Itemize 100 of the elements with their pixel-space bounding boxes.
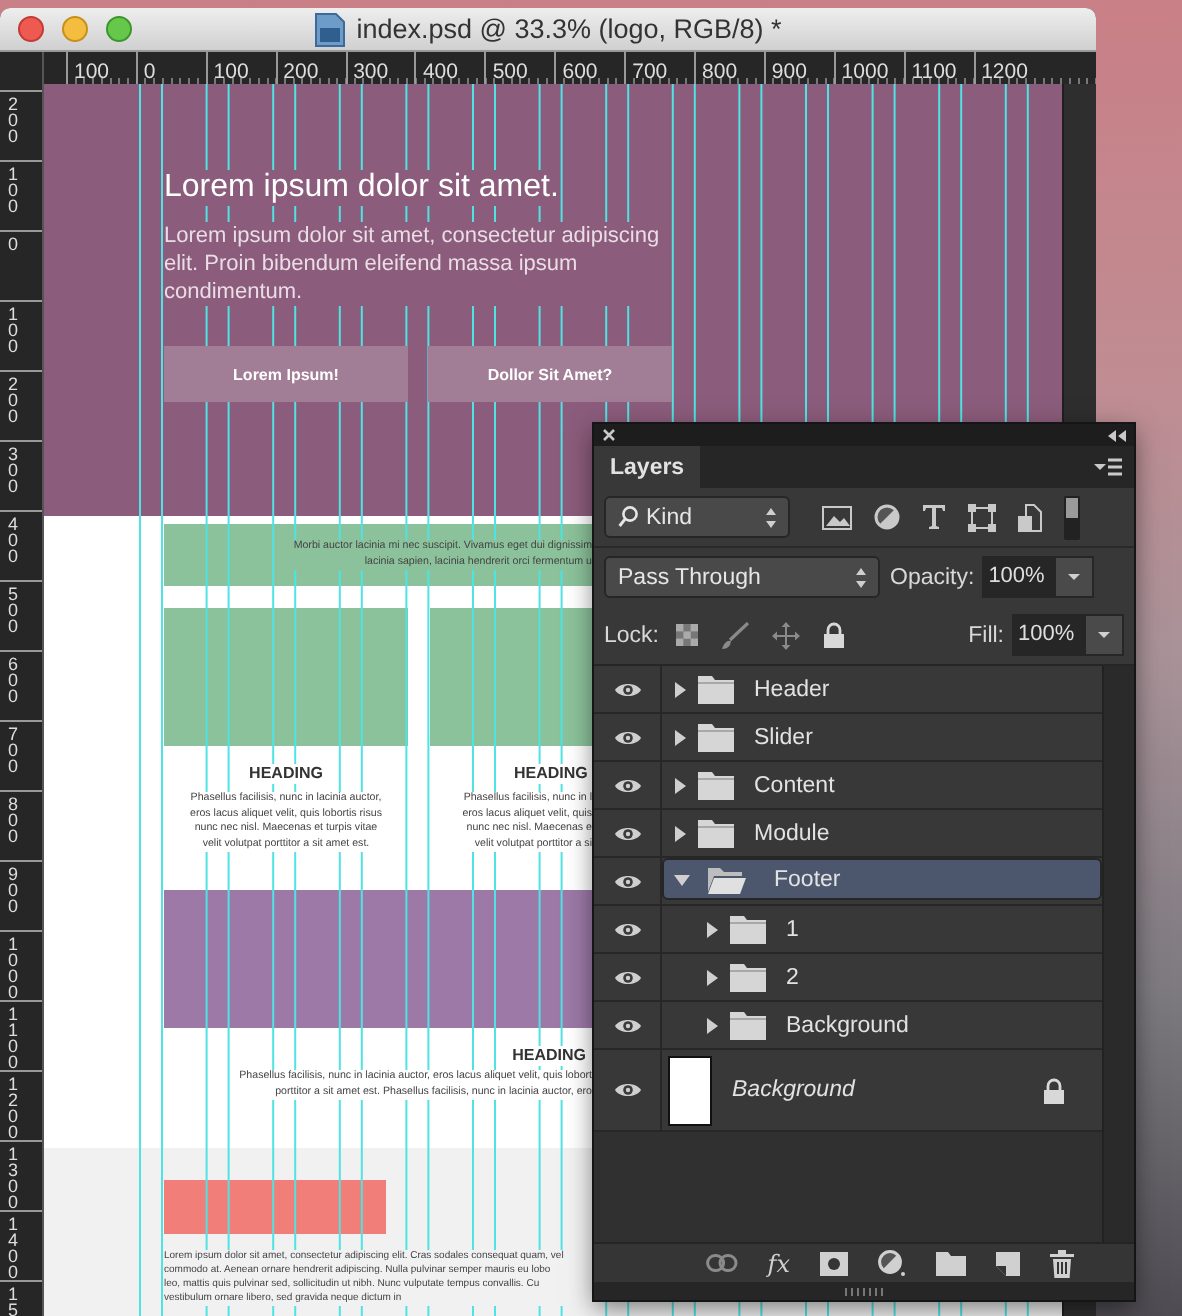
ruler-label: 0 [8,236,20,252]
ruler-label: 100 [74,60,110,84]
filter-dropdown[interactable]: Kind [604,496,790,538]
window-title: index.psd @ 33.3% (logo, RGB/8) * [356,14,782,44]
close-icon[interactable] [602,428,616,442]
move-icon[interactable] [771,621,799,649]
ruler-label: 1200 [981,60,1028,84]
ruler-label: 500 [492,60,528,84]
zoom-button[interactable] [106,16,132,42]
eye-icon[interactable] [613,1080,641,1100]
search-icon [618,506,638,528]
layer-thumbnail [668,1055,712,1125]
blend-mode-dropdown[interactable]: Pass Through [604,556,880,598]
ruler-label: 700 [8,726,20,774]
dropdown-button[interactable] [1054,556,1095,598]
link-icon[interactable] [705,1254,738,1272]
trash-icon[interactable] [1050,1249,1074,1277]
ruler-label: 1000 [8,936,20,1000]
filter-toggle-icon[interactable] [1064,495,1080,539]
open-folder-icon [708,865,746,893]
ruler-label: 300 [353,60,389,84]
lock-icon[interactable] [821,622,845,648]
dropdown-button[interactable] [1084,614,1124,656]
close-button[interactable] [18,16,44,42]
half-circle-icon[interactable] [874,504,900,530]
resize-grip-icon[interactable] [844,1287,884,1295]
ruler-label: 1200 [8,1076,20,1140]
transform-icon[interactable] [968,503,996,531]
ruler-label: 15 [8,1286,20,1316]
effects-button[interactable]: fx [767,1249,790,1277]
disclosure-triangle-icon[interactable] [704,969,720,985]
type-icon[interactable] [922,504,946,530]
folder-icon [698,675,734,703]
panel-menu-icon[interactable] [1094,458,1122,476]
field-label: Fill: [968,623,1004,647]
disclosure-triangle-icon[interactable] [704,921,720,937]
ruler-label: 100 [8,166,20,214]
updown-arrows-icon [766,507,776,527]
smart-object-icon[interactable] [1018,503,1042,531]
opacity-field[interactable]: 100% [982,556,1055,598]
hero-button[interactable]: Dollor Sit Amet? [428,346,672,402]
eye-icon[interactable] [613,871,641,891]
adjustment-layer-icon[interactable] [878,1250,906,1276]
disclosure-triangle-icon[interactable] [672,825,688,841]
disclosure-triangle-icon[interactable] [672,729,688,745]
ruler-label: 1100 [8,1006,20,1070]
ruler-label: 300 [8,446,20,494]
brush-icon[interactable] [719,621,749,649]
ruler-label: 400 [8,516,20,564]
document-icon [314,11,347,47]
eye-icon[interactable] [613,775,641,795]
disclosure-triangle-icon[interactable] [672,681,688,697]
ruler-label: 200 [283,60,319,84]
caret-icon [1068,574,1081,580]
field-label: Opacity: [890,565,975,589]
lock-label: Lock: [604,623,659,647]
heading: HEADING [512,1046,586,1066]
ruler-label: 100 [213,60,249,84]
new-layer-icon[interactable] [996,1251,1020,1275]
ruler-label: 1400 [8,1216,20,1280]
disclosure-triangle-icon[interactable] [704,1017,720,1033]
hero-button[interactable]: Lorem Ipsum! [164,346,408,402]
ruler-label: 600 [562,60,598,84]
eye-icon[interactable] [613,823,641,843]
ruler-label: 100 [8,306,20,354]
ruler-label: 1100 [911,60,957,84]
ruler-label: 500 [8,586,20,634]
ruler-label: 800 [702,60,738,84]
updown-arrows-icon [856,567,866,587]
ruler-label: 200 [8,96,20,144]
disclosure-triangle-icon[interactable] [674,871,690,887]
ruler-label: 400 [422,60,458,84]
eye-icon[interactable] [613,679,641,699]
eye-icon[interactable] [613,1015,641,1035]
ruler-label: 0 [143,60,156,84]
eye-icon[interactable] [613,919,641,939]
heading: HEADING [514,764,588,784]
image-icon[interactable] [822,505,852,529]
eye-icon[interactable] [613,727,641,747]
checkerboard-icon[interactable] [675,624,697,646]
ruler-label: 900 [771,60,807,84]
layer-item[interactable]: Footer [662,858,1102,900]
hero-title: Lorem ipsum dolor sit amet. [164,170,559,206]
collapse-icon[interactable] [1108,429,1126,441]
folder-icon [730,915,766,943]
caret-icon [1098,632,1110,638]
fill-field[interactable]: 100% [1012,614,1084,656]
disclosure-triangle-icon[interactable] [672,777,688,793]
folder-icon [698,771,734,799]
heading: HEADING [249,764,323,784]
ruler-label: 700 [632,60,668,84]
ruler-label: 900 [8,866,20,914]
eye-icon[interactable] [613,967,641,987]
folder-icon [698,819,734,847]
ruler-label: 800 [8,796,20,844]
mask-icon[interactable] [820,1251,848,1275]
new-group-icon[interactable] [936,1251,966,1275]
panel-tab[interactable]: Layers [594,446,701,488]
ruler-label: 200 [8,376,20,424]
ruler-label: 1000 [841,60,889,84]
